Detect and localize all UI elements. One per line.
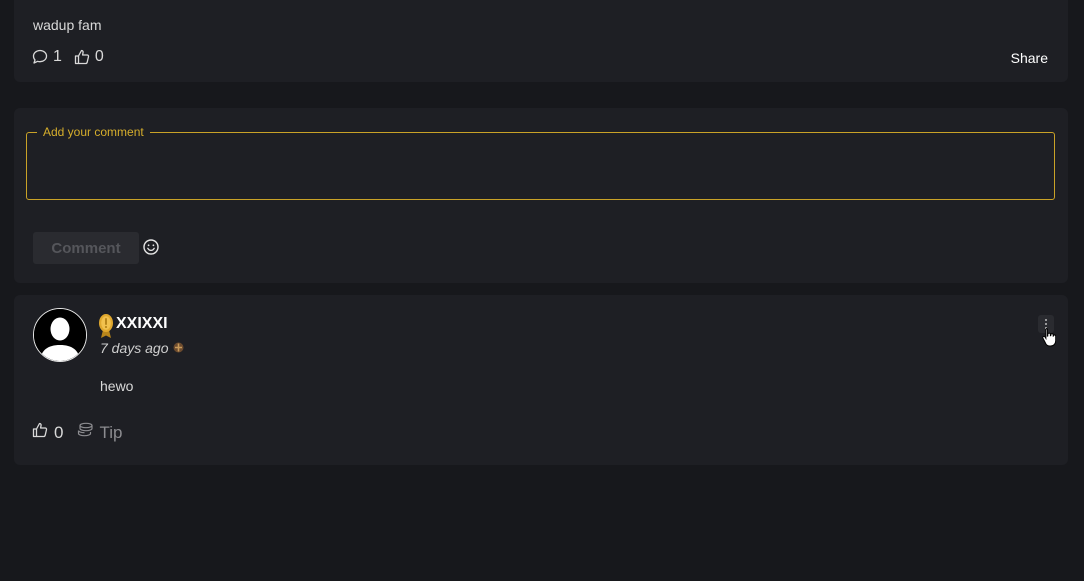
avatar[interactable]: [33, 308, 87, 362]
comment-input[interactable]: [35, 151, 1046, 193]
comment-like-count: 0: [54, 422, 64, 442]
comment-username[interactable]: XXIXXI: [116, 315, 168, 333]
thumbs-up-icon: [74, 49, 90, 65]
comment-input-label: Add your comment: [43, 125, 144, 139]
comment-count: 1: [53, 48, 62, 65]
tip-button[interactable]: Tip: [77, 422, 122, 443]
comment-form: Add your comment Comment: [14, 108, 1068, 283]
flag-icon: [173, 340, 184, 356]
comment-actions: 0 Tip: [32, 422, 122, 443]
tip-label: Tip: [99, 422, 123, 442]
comment-text: hewo: [100, 378, 134, 394]
comment-card: XXIXXI 7 days ago hewo 0 Tip: [14, 295, 1068, 465]
post-like-count: 0: [94, 48, 104, 65]
comment-timestamp: 7 days ago: [100, 340, 184, 356]
post-text: wadup fam: [33, 17, 102, 33]
comment-time: 7 days ago: [100, 340, 169, 356]
thumbs-up-icon: [32, 422, 48, 443]
user-silhouette-icon: [34, 309, 86, 361]
share-button[interactable]: Share: [1011, 50, 1048, 66]
post-card: wadup fam 1 0 Share: [14, 0, 1068, 82]
post-actions: 1 0: [32, 48, 110, 66]
more-options-icon[interactable]: [1038, 315, 1054, 333]
comment-input-box: Add your comment: [26, 125, 1055, 200]
comments-count-button[interactable]: 1: [32, 48, 62, 66]
smiley-icon[interactable]: [142, 238, 160, 256]
comment-like-button[interactable]: 0: [32, 422, 63, 443]
post-like-button[interactable]: 0: [74, 48, 104, 66]
comment-submit-button[interactable]: Comment: [33, 232, 139, 264]
coins-icon: [77, 422, 94, 443]
speech-bubble-icon: [32, 49, 48, 65]
